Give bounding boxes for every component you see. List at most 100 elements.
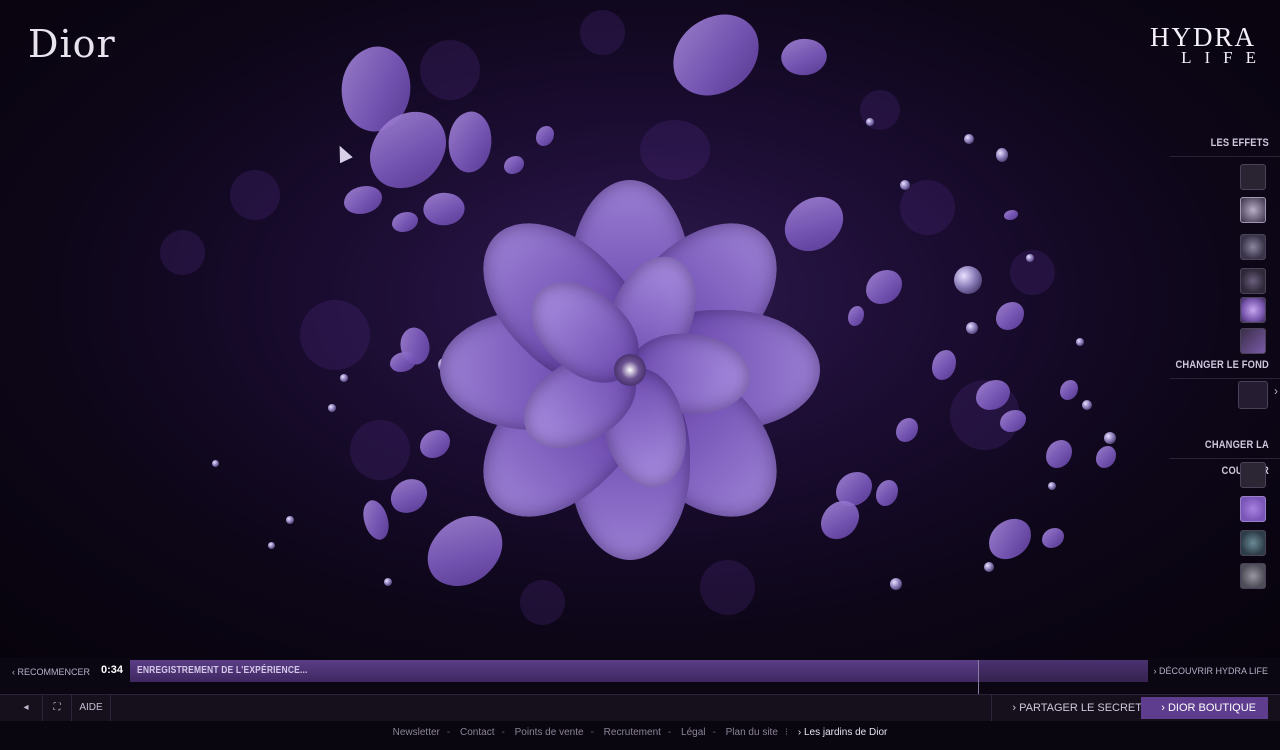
fullscreen-button[interactable]: ⛶	[43, 695, 72, 721]
sound-button[interactable]: ◂	[10, 695, 43, 721]
floating-petal	[996, 302, 1024, 330]
floating-petal	[344, 186, 382, 214]
dior-boutique-button[interactable]: › DIOR BOUTIQUE	[1141, 697, 1268, 719]
color-title: CHANGER LA COULEUR	[1169, 432, 1280, 477]
effects-title: LES EFFETS	[1169, 130, 1280, 157]
floating-petal	[866, 270, 902, 304]
bokeh-light	[230, 170, 280, 220]
footer-link-plan-du-site[interactable]: Plan du site	[726, 727, 778, 738]
footer-links: Newsletter - Contact - Points de vente - Re…	[0, 721, 1280, 750]
floating-petal	[356, 496, 396, 544]
floating-petal	[1096, 446, 1116, 468]
footer-link-contact[interactable]: Contact	[460, 727, 494, 738]
hydra-life-logo-line2: LIFE	[1181, 48, 1269, 67]
floating-petal	[1000, 410, 1026, 432]
bokeh-light	[580, 10, 625, 55]
water-drop	[268, 542, 275, 549]
floating-petal	[876, 480, 898, 506]
footer-link-newsletter[interactable]: Newsletter	[393, 727, 440, 738]
flower-bloom	[430, 160, 830, 580]
water-drop	[954, 266, 982, 294]
footer-divider: ⁝	[784, 727, 789, 738]
bokeh-light	[300, 300, 370, 370]
floating-petal	[896, 418, 918, 442]
progress-cursor[interactable]	[977, 660, 979, 694]
water-drop	[1026, 254, 1034, 262]
footer-link-jardins-de-dior[interactable]: › Les jardins de Dior	[798, 727, 887, 738]
effect-drop-swatch[interactable]	[1240, 234, 1266, 260]
floating-petal	[1042, 528, 1064, 548]
background-swatch[interactable]	[1238, 381, 1268, 409]
mouse-cursor-icon	[333, 142, 353, 164]
bokeh-light	[420, 40, 480, 100]
recording-progress: ENREGISTREMENT DE L'EXPÉRIENCE...	[130, 660, 1148, 694]
effect-petals-swatch[interactable]	[1240, 268, 1266, 294]
water-drop	[1082, 400, 1092, 410]
water-drop	[984, 562, 994, 572]
floating-petal	[983, 514, 1037, 564]
discover-hydra-life-link[interactable]: › DÉCOUVRIR HYDRA LIFE	[1153, 666, 1268, 676]
dior-logo[interactable]: Dior	[28, 22, 116, 66]
effect-glow-swatch[interactable]	[1240, 297, 1266, 323]
footer-separator: -	[446, 727, 451, 738]
floating-petal	[1004, 210, 1018, 220]
footer-link-recrutement[interactable]: Recrutement	[604, 727, 661, 738]
footer-separator: -	[667, 727, 672, 738]
help-button[interactable]: AIDE	[72, 695, 111, 721]
floating-petal	[776, 31, 832, 83]
fullscreen-icon: ⛶	[53, 702, 61, 713]
speaker-icon: ◂	[23, 702, 29, 713]
water-drop	[996, 148, 1008, 162]
elapsed-time: 0:34	[101, 664, 124, 676]
color-swatch-grey[interactable]	[1240, 563, 1266, 589]
hydra-life-logo: HYDRA LIFE	[1149, 22, 1256, 67]
controls-bar: ◂ ⛶ AIDE › PARTAGER LE SECRET › DIOR BOU…	[0, 694, 1280, 721]
bokeh-light	[520, 580, 565, 625]
water-drop	[964, 134, 974, 144]
customization-panel: LES EFFETS CHANGER LE FOND ‹ › CHANGER L…	[1150, 130, 1280, 589]
footer-separator: -	[501, 727, 505, 738]
color-swatch-dark[interactable]	[1240, 462, 1266, 488]
floating-petal	[536, 126, 554, 146]
footer-link-legal[interactable]: Légal	[681, 727, 705, 738]
recording-status: ENREGISTREMENT DE L'EXPÉRIENCE...	[137, 665, 308, 676]
hydra-life-logo-line1: HYDRA	[1149, 22, 1256, 52]
effect-petal-swatch[interactable]	[1240, 328, 1266, 354]
background-title: CHANGER LE FOND	[1169, 352, 1280, 379]
water-drop	[890, 578, 902, 590]
water-drop	[286, 516, 294, 524]
flower-core	[614, 354, 646, 386]
water-drop	[328, 404, 336, 412]
experience-canvas[interactable]: Dior HYDRA LIFE LES EFFETS CHANGER LE FO…	[0, 0, 1280, 658]
floating-petal	[386, 473, 432, 519]
water-drop	[1076, 338, 1084, 346]
floating-petal	[932, 350, 956, 380]
color-swatch-purple[interactable]	[1240, 496, 1266, 522]
floating-petal	[1046, 440, 1072, 468]
floating-petal	[1060, 380, 1078, 400]
share-secret-button[interactable]: › PARTAGER LE SECRET	[991, 695, 1156, 721]
effect-none-swatch[interactable]	[1240, 164, 1266, 190]
background-next-arrow[interactable]: ›	[1274, 384, 1278, 398]
footer-separator: -	[712, 727, 716, 738]
floating-petal	[390, 352, 416, 372]
floating-petal	[665, 8, 767, 102]
water-drop	[212, 460, 219, 467]
water-drop	[1104, 432, 1116, 444]
effect-bubble-swatch[interactable]	[1240, 197, 1266, 223]
water-drop	[866, 118, 874, 126]
footer-separator: -	[590, 727, 594, 738]
recording-bar: ‹ RECOMMENCER 0:34 ENREGISTREMENT DE L'E…	[0, 658, 1280, 694]
bokeh-light	[160, 230, 205, 275]
water-drop	[384, 578, 392, 586]
floating-petal	[392, 212, 418, 232]
water-drop	[1048, 482, 1056, 490]
water-drop	[340, 374, 348, 382]
color-swatch-teal[interactable]	[1240, 530, 1266, 556]
water-drop	[966, 322, 978, 334]
water-drop	[900, 180, 910, 190]
footer-link-points-de-vente[interactable]: Points de vente	[515, 727, 584, 738]
floating-petal	[848, 306, 864, 326]
bokeh-light	[350, 420, 410, 480]
restart-link[interactable]: ‹ RECOMMENCER	[12, 667, 90, 677]
